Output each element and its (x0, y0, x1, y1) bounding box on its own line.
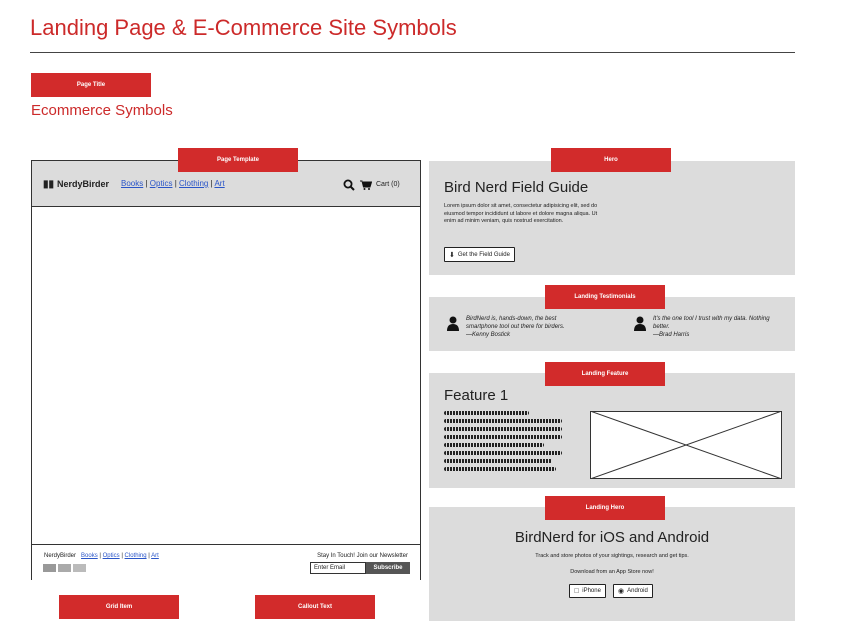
android-button[interactable]: ◉ Android (613, 584, 653, 598)
template-nav: Books | Optics | Clothing | Art (121, 179, 225, 188)
tag-landing-feature: Landing Feature (545, 362, 665, 386)
hero-panel: Bird Nerd Field Guide Lorem ipsum dolor … (429, 161, 795, 275)
title-divider (30, 52, 795, 53)
tag-page-title: Page Title (31, 73, 151, 97)
apple-icon:  (574, 588, 579, 595)
landing-hero-heading: BirdNerd for iOS and Android (514, 529, 710, 546)
nav-link-clothing[interactable]: Clothing (179, 179, 208, 188)
footer-link-optics[interactable]: Optics (103, 553, 120, 559)
mastercard-icon (58, 564, 71, 572)
iphone-button[interactable]:  iPhone (569, 584, 606, 598)
nav-link-optics[interactable]: Optics (150, 179, 173, 188)
iphone-label: iPhone (577, 588, 601, 594)
tag-landing-hero: Landing Hero (545, 496, 665, 520)
get-field-guide-button[interactable]: ⬇ Get the Field Guide (444, 247, 515, 262)
landing-hero-download-text: Download from an App Store now! (570, 569, 654, 575)
page-template-frame: ▮▮ NerdyBirder Books | Optics | Clothing… (31, 160, 421, 580)
landing-hero-subtext: Track and store photos of your sightings… (535, 553, 689, 559)
section-subtitle: Ecommerce Symbols (31, 102, 173, 119)
binoculars-icon: ▮▮ (43, 179, 55, 190)
android-icon: ◉ (618, 588, 625, 595)
cart-icon[interactable] (360, 180, 372, 190)
landing-hero-panel: BirdNerd for iOS and Android Track and s… (429, 507, 795, 621)
cart-label[interactable]: Cart (0) (376, 181, 400, 188)
image-placeholder (590, 411, 782, 479)
footer-brand: NerdyBirder (44, 553, 77, 559)
tag-page-template: Page Template (178, 148, 298, 172)
hero-heading: Bird Nerd Field Guide (444, 179, 589, 196)
footer-link-art[interactable]: Art (151, 553, 159, 559)
nav-link-books[interactable]: Books (121, 179, 143, 188)
footer-link-clothing[interactable]: Clothing (125, 553, 147, 559)
newsletter-label: Stay In Touch! Join our Newsletter (317, 553, 408, 559)
tag-hero: Hero (551, 148, 671, 172)
feature-heading: Feature 1 (444, 387, 509, 404)
tag-callout-text: Callout Text (255, 595, 375, 619)
tag-grid-item: Grid Item (59, 595, 179, 619)
android-label: Android (627, 588, 648, 594)
brand-logo[interactable]: NerdyBirder (57, 179, 109, 189)
payment-icons (43, 564, 86, 572)
hero-body: Lorem ipsum dolor sit amet, consectetur … (444, 203, 598, 224)
amex-card-icon (73, 564, 86, 572)
get-field-guide-label: Get the Field Guide (457, 251, 510, 258)
search-icon[interactable] (343, 179, 355, 191)
footer-link-books[interactable]: Books (81, 553, 98, 559)
subscribe-button[interactable]: Subscribe (366, 562, 410, 574)
tag-landing-testimonials: Landing Testimonials (545, 285, 665, 309)
user-avatar-icon (634, 316, 646, 331)
testimonial-quote: BirdNerd is, hands-down, the best smartp… (466, 316, 565, 330)
testimonial-author: —Brad Harris (653, 332, 690, 338)
email-field[interactable]: Enter Email (310, 562, 366, 574)
testimonial-author: —Kenny Bostick (466, 332, 511, 338)
feature-placeholder-text (444, 411, 562, 475)
download-icon: ⬇ (449, 251, 455, 259)
page-title: Landing Page & E-Commerce Site Symbols (30, 15, 457, 40)
visa-card-icon (43, 564, 56, 572)
testimonial-quote: It's the one tool I trust with my data. … (653, 316, 770, 330)
template-footer: NerdyBirder Books | Optics | Clothing | … (32, 544, 420, 580)
feature-panel: Feature 1 (429, 373, 795, 488)
user-avatar-icon (447, 316, 459, 331)
nav-link-art[interactable]: Art (214, 179, 224, 188)
